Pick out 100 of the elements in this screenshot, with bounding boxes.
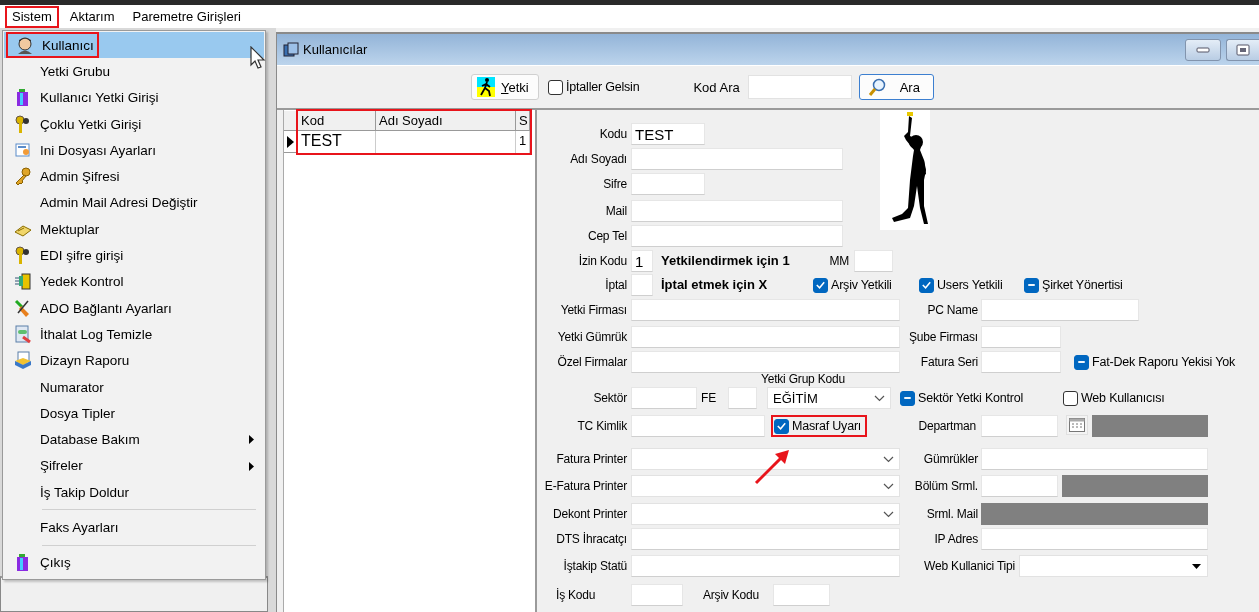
field-label: Yetki Gümrük — [556, 329, 627, 346]
field-label: İştakip Statü — [562, 558, 627, 575]
table-cell: 1 — [516, 131, 530, 153]
input-field[interactable] — [631, 148, 843, 170]
input-field[interactable] — [631, 326, 900, 348]
input-field[interactable] — [631, 584, 683, 606]
menu-item[interactable]: Faks Ayarları — [4, 514, 264, 541]
menu-item[interactable]: Çoklu Yetki Girişi — [4, 110, 264, 138]
checkbox[interactable]: Arşiv Yetkili — [810, 274, 910, 296]
dropdown-field[interactable] — [631, 503, 900, 525]
chevron-down-icon — [883, 510, 894, 518]
column-header[interactable]: Adı Soyadı — [376, 111, 516, 130]
checkbox[interactable]: Fat-Dek Raporu Yekisi Yok — [1071, 351, 1256, 373]
menu-item[interactable]: Mektuplar — [4, 216, 264, 243]
field-label: İptal — [604, 277, 627, 294]
menu-item[interactable]: Şifreler — [4, 452, 264, 480]
hint-text: İptal etmek için X — [661, 276, 769, 294]
input-field[interactable] — [631, 299, 900, 321]
menu-item[interactable]: Yedek Kontrol — [4, 268, 264, 295]
backup-icon — [14, 272, 32, 292]
maximize-button[interactable] — [1226, 38, 1259, 61]
menu-item[interactable]: Dizayn Raporu — [4, 347, 264, 374]
dropdown-field[interactable] — [631, 475, 900, 497]
input-field[interactable] — [631, 173, 705, 195]
column-header[interactable]: Kod — [298, 111, 376, 130]
input-field[interactable] — [631, 415, 765, 437]
menu-item[interactable]: Dosya Tipler — [4, 400, 264, 427]
menu-item[interactable]: Numarator — [4, 373, 264, 401]
input-field[interactable] — [631, 555, 900, 577]
keys-icon — [14, 114, 32, 134]
menu-item[interactable]: İş Takip Doldur — [4, 479, 264, 506]
minimize-button[interactable] — [1185, 38, 1221, 61]
input-field[interactable] — [981, 528, 1208, 550]
checkbox[interactable]: İptaller Gelsin — [545, 76, 642, 98]
menu-bar-item[interactable]: Sistem — [5, 5, 59, 28]
input-field[interactable] — [631, 274, 653, 296]
menu-item[interactable]: ADO Bağlantı Ayarları — [4, 294, 264, 322]
input-field[interactable] — [981, 475, 1058, 497]
chevron-down-icon — [883, 455, 894, 463]
menu-bar-item[interactable]: Paremetre Girişleri — [125, 5, 248, 28]
field-label: Şube Firması — [908, 329, 978, 346]
minimize-icon — [1196, 46, 1210, 53]
document-tray-icon — [14, 351, 32, 371]
chevron-down-icon — [883, 482, 894, 490]
input-field[interactable] — [631, 528, 900, 550]
input-field[interactable] — [773, 584, 830, 606]
menu-item[interactable]: Admin Mail Adresi Değiştir — [4, 189, 264, 217]
settings-file-icon — [14, 140, 32, 160]
checkbox[interactable]: Şirket Yönertisi — [1021, 274, 1141, 296]
input-field[interactable] — [981, 351, 1061, 373]
person-icon — [16, 35, 34, 55]
input-field[interactable] — [631, 351, 900, 373]
field-label: DTS İhracatçı — [555, 531, 627, 548]
field-label: Sifre — [602, 176, 627, 193]
maximize-icon — [1236, 43, 1250, 56]
yetki-button[interactable]: Yetki — [471, 74, 539, 100]
input-field[interactable] — [981, 415, 1058, 437]
field-label: Bölüm Srml. — [913, 478, 978, 495]
walking-figure-icon — [477, 77, 495, 97]
field-label: Dekont Printer — [552, 506, 627, 523]
checkbox[interactable]: Users Yetkili — [916, 274, 1016, 296]
menu-item[interactable]: Kullanıcı — [4, 32, 264, 59]
menu-item[interactable]: Ini Dosyası Ayarları — [4, 137, 264, 164]
field-label: FE — [701, 390, 717, 407]
dropdown-field[interactable] — [631, 448, 900, 470]
field-label: Gümrükler — [922, 451, 978, 468]
dropdown-field[interactable]: EĞİTİM — [767, 387, 891, 409]
hint-text: Yetkilendirmek için 1 — [661, 252, 791, 270]
input-field[interactable] — [981, 448, 1208, 470]
menu-item[interactable]: İthalat Log Temizle — [4, 321, 264, 348]
menu-item[interactable]: Admin Şifresi — [4, 163, 264, 190]
input-field[interactable] — [981, 326, 1061, 348]
field-label: İş Kodu — [556, 587, 597, 604]
input-field[interactable] — [854, 250, 893, 272]
column-header[interactable]: S — [516, 111, 530, 130]
input-field[interactable] — [728, 387, 757, 409]
menu-item[interactable]: EDI şifre girişi — [4, 242, 264, 269]
input-field[interactable]: TEST — [631, 123, 705, 145]
checkbox[interactable]: Web Kullanıcısı — [1060, 387, 1190, 409]
menu-item[interactable]: Database Bakım — [4, 426, 264, 453]
menu-item[interactable]: Kullanıcı Yetki Girişi — [4, 84, 264, 111]
search-label: Kod Ara — [693, 79, 740, 95]
input-field[interactable] — [631, 225, 843, 247]
search-field[interactable] — [747, 75, 852, 99]
menu-bar-item[interactable]: Aktarım — [62, 5, 122, 28]
calendar-icon — [1069, 417, 1085, 433]
checkbox[interactable]: Sektör Yetki Kontrol — [897, 387, 1047, 409]
menu-item[interactable]: Yetki Grubu — [4, 58, 264, 85]
input-field[interactable] — [631, 200, 843, 222]
input-field[interactable]: 1 — [631, 250, 653, 272]
plug-icon — [14, 298, 32, 318]
input-field[interactable] — [631, 387, 697, 409]
input-field[interactable] — [981, 299, 1139, 321]
field-label: Web Kullanici Tipi — [923, 558, 1015, 575]
field-label: Kodu — [598, 126, 627, 143]
menu-item[interactable]: Çıkış — [4, 549, 264, 576]
calendar-button[interactable] — [1066, 415, 1088, 435]
dropdown-field[interactable] — [1019, 555, 1208, 577]
search-button[interactable]: Ara — [858, 74, 934, 100]
eraser-icon — [14, 324, 32, 344]
